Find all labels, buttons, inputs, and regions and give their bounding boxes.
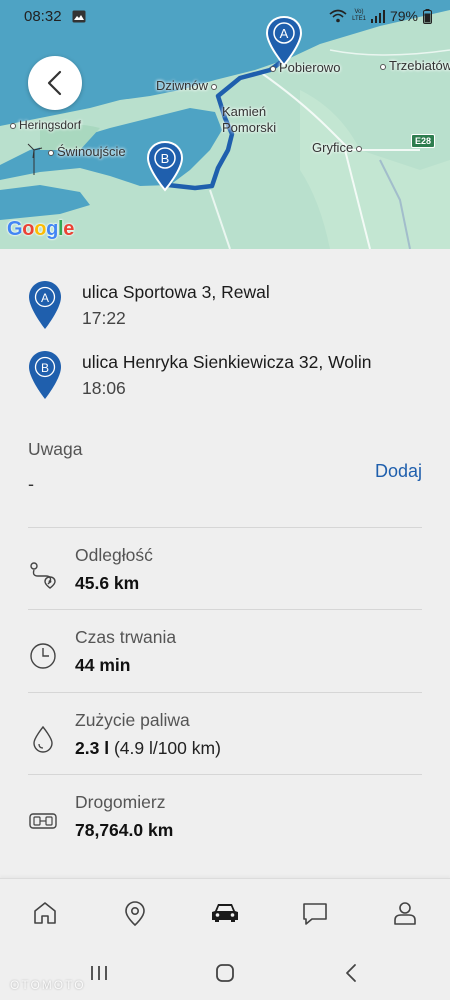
clock-icon <box>30 643 56 669</box>
start-time: 17:22 <box>82 308 126 328</box>
gallery-notification-icon <box>72 10 86 23</box>
map-label-swinoujscie: Świnoujście <box>48 144 126 159</box>
battery-icon <box>423 8 432 24</box>
fuel-drop-icon <box>33 725 53 753</box>
svg-text:A: A <box>41 291 49 305</box>
fuel-value: 2.3 l (4.9 l/100 km) <box>75 738 221 758</box>
map-label-gryfice: Gryfice <box>312 140 365 155</box>
back-system-button[interactable] <box>338 960 364 986</box>
home-system-button[interactable] <box>212 960 238 986</box>
profile-icon <box>394 902 416 925</box>
divider <box>28 609 422 610</box>
network-type: Vo) LTE1 <box>352 9 366 22</box>
fuel-rate: (4.9 l/100 km) <box>113 738 221 758</box>
distance-value: 45.6 km <box>75 573 140 593</box>
road-shield-e28: E28 <box>411 134 436 148</box>
nav-home[interactable] <box>27 895 63 931</box>
wifi-icon <box>329 9 347 23</box>
odometer-label: Drogomierz <box>75 792 166 812</box>
odometer-icon <box>29 813 57 829</box>
home-icon <box>34 902 56 924</box>
distance-stat: Odległość 45.6 km <box>28 545 422 605</box>
note-label: Uwaga <box>28 439 83 459</box>
distance-label: Odległość <box>75 545 153 565</box>
trip-start: A ulica Sportowa 3, Rewal 17:22 <box>28 280 428 330</box>
map-label-kamien: Kamień <box>222 104 267 119</box>
duration-stat: Czas trwania 44 min <box>28 627 422 687</box>
start-marker-a-icon: A <box>29 281 61 329</box>
battery-percent: 79% <box>389 8 418 24</box>
route-icon <box>30 562 56 589</box>
end-marker-b-icon: B <box>29 351 61 399</box>
divider <box>28 527 422 528</box>
end-time: 18:06 <box>82 378 126 398</box>
nav-messages[interactable] <box>297 895 333 931</box>
fuel-label: Zużycie paliwa <box>75 710 190 730</box>
home-square-icon <box>216 964 234 982</box>
divider <box>28 692 422 693</box>
odometer-value: 78,764.0 km <box>75 820 174 840</box>
start-address: ulica Sportowa 3, Rewal <box>82 282 270 302</box>
back-button[interactable] <box>28 56 82 110</box>
signal-icon <box>370 9 385 23</box>
nav-vehicle[interactable] <box>207 895 243 931</box>
recent-apps-button[interactable] <box>86 960 112 986</box>
map-label-dziwnow: Dziwnów <box>156 78 220 93</box>
google-logo: Google <box>7 218 75 240</box>
svg-text:B: B <box>41 361 49 375</box>
duration-value: 44 min <box>75 655 131 675</box>
duration-label: Czas trwania <box>75 627 177 647</box>
map-label-heringsdorf: Heringsdorf <box>10 118 81 132</box>
nav-locations[interactable] <box>117 895 153 931</box>
back-chevron-icon <box>346 964 356 982</box>
note-value: - <box>28 474 34 494</box>
car-icon <box>212 904 238 922</box>
fuel-stat: Zużycie paliwa 2.3 l (4.9 l/100 km) <box>28 710 422 770</box>
chevron-left-icon <box>47 70 62 96</box>
chat-icon <box>303 903 327 925</box>
route-map[interactable]: Pobierowo Trzebiatów Dziwnów Kamień Pomo… <box>0 0 450 249</box>
status-bar: 08:32 Vo) LTE1 79% <box>0 0 450 34</box>
map-label-pomorski: Pomorski <box>222 120 277 135</box>
location-pin-icon <box>125 901 145 927</box>
map-pin-b-icon[interactable]: B <box>146 140 184 192</box>
bottom-navigation <box>0 878 450 946</box>
svg-text:B: B <box>161 151 170 166</box>
end-address: ulica Henryka Sienkiewicza 32, Wolin <box>82 352 372 372</box>
odometer-stat: Drogomierz 78,764.0 km <box>28 792 422 852</box>
nav-profile[interactable] <box>387 895 423 931</box>
status-time: 08:32 <box>24 8 62 25</box>
add-note-button[interactable]: Dodaj <box>375 461 422 482</box>
divider <box>28 774 422 775</box>
map-label-trzebiatow: Trzebiatów <box>380 58 450 73</box>
watermark: OTOMOTO <box>10 978 86 992</box>
recent-apps-icon <box>91 966 107 980</box>
trip-end: B ulica Henryka Sienkiewicza 32, Wolin 1… <box>28 350 428 400</box>
